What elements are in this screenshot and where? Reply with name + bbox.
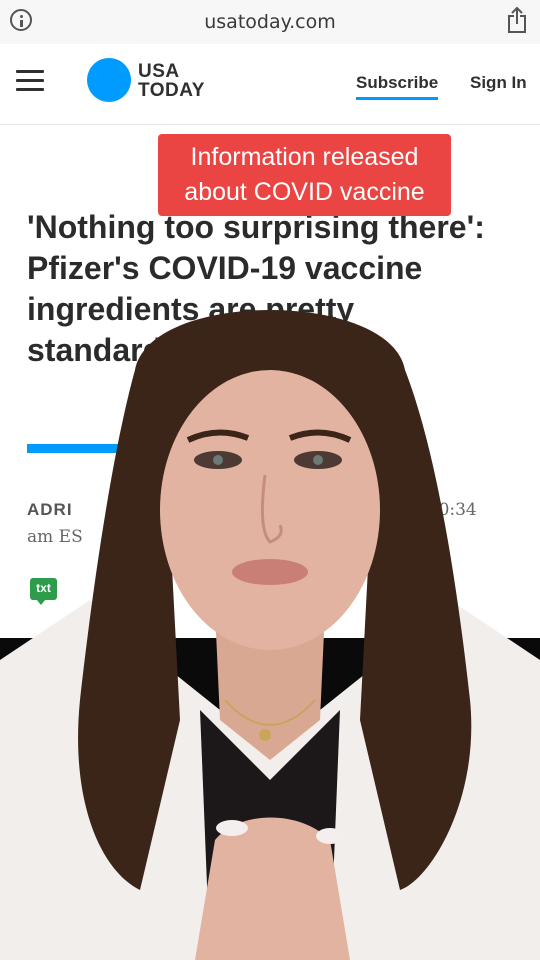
- video-caption: Information released about COVID vaccine: [158, 134, 451, 216]
- url-text[interactable]: usatoday.com: [0, 11, 540, 33]
- menu-icon[interactable]: [16, 70, 44, 92]
- sign-in-link[interactable]: Sign In: [470, 73, 527, 93]
- logo-line-2: TODAY: [138, 80, 205, 101]
- site-logo[interactable]: USA TODAY: [138, 62, 205, 100]
- site-header: USA TODAY Subscribe Sign In: [0, 44, 540, 125]
- browser-url-bar[interactable]: usatoday.com: [0, 0, 540, 45]
- share-icon[interactable]: [506, 6, 528, 34]
- logo-dot-icon[interactable]: [87, 58, 131, 102]
- logo-line-1: USA: [138, 61, 180, 82]
- presenter-video: [0, 310, 540, 960]
- subscribe-link[interactable]: Subscribe: [356, 73, 439, 100]
